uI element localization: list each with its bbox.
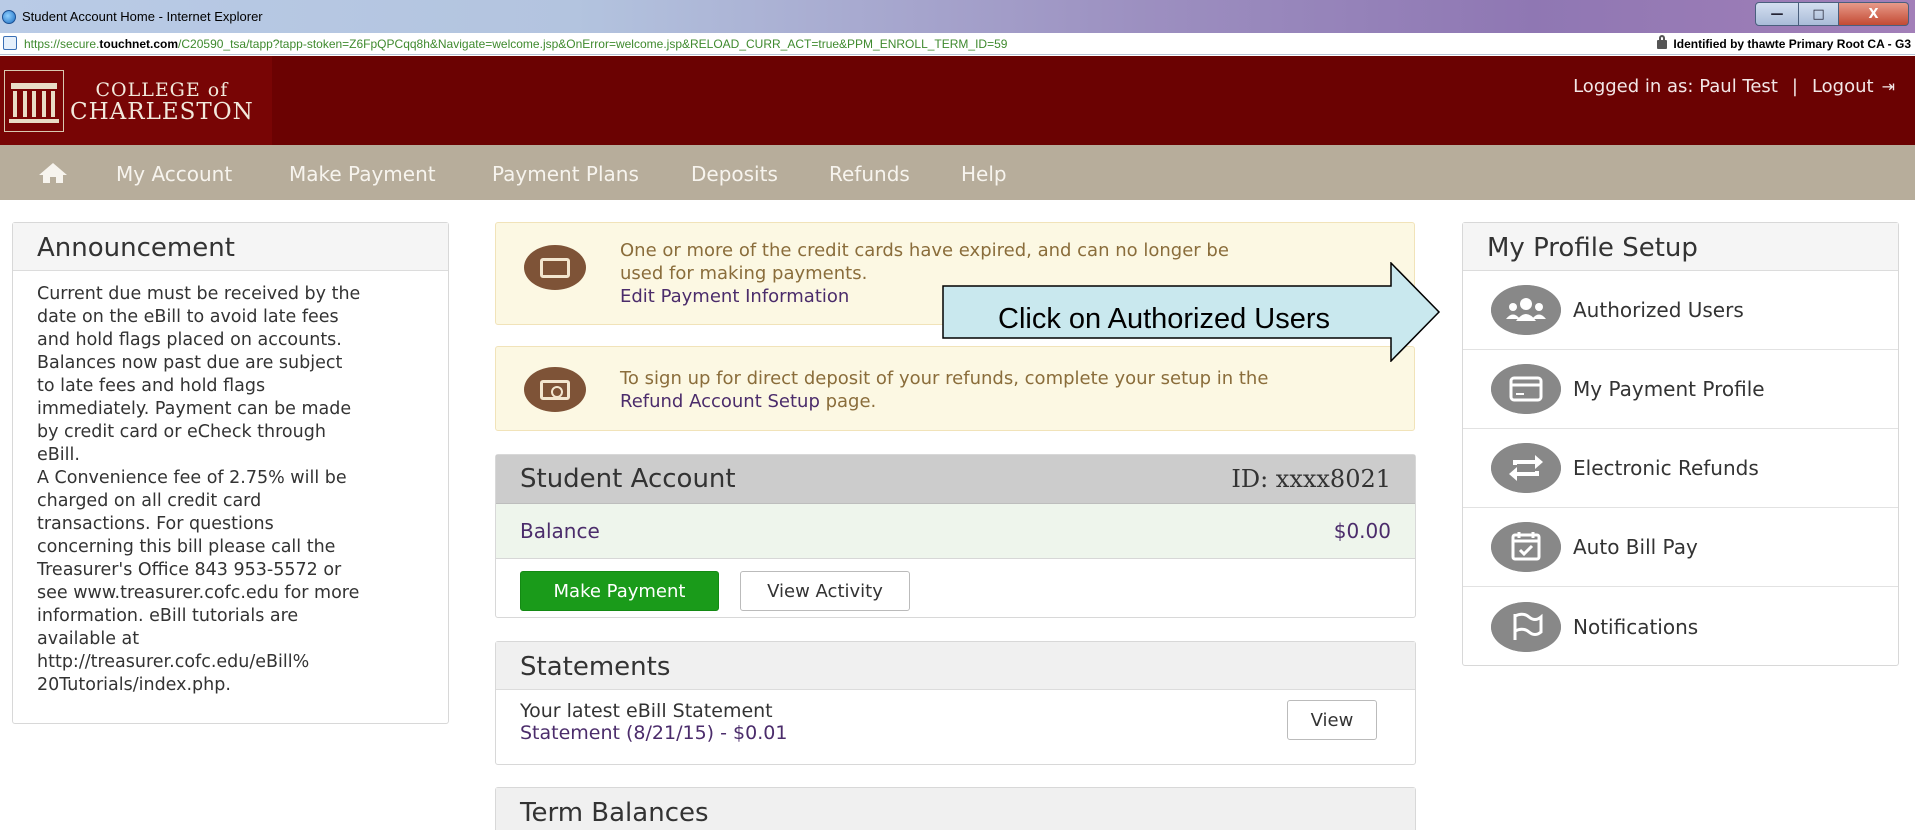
nav-payment-plans[interactable]: Payment Plans: [492, 162, 639, 186]
close-button[interactable]: X: [1839, 2, 1909, 26]
logout-link[interactable]: Logout: [1812, 76, 1874, 97]
refund-account-setup-link[interactable]: Refund Account Setup: [620, 391, 820, 412]
statements-panel: Statements Your latest eBill Statement S…: [495, 641, 1416, 765]
address-url[interactable]: https://secure.touchnet.com/C20590_tsa/t…: [24, 37, 1544, 51]
announcement-title: Announcement: [13, 223, 448, 271]
profile-item-auto-bill-pay[interactable]: Auto Bill Pay: [1463, 508, 1898, 587]
nav-make-payment[interactable]: Make Payment: [289, 162, 436, 186]
announcement-panel: Announcement Current due must be receive…: [12, 222, 449, 724]
make-payment-button[interactable]: Make Payment: [520, 571, 719, 611]
nav-refunds[interactable]: Refunds: [829, 162, 910, 186]
statements-title: Statements: [496, 642, 1415, 690]
address-bar[interactable]: https://secure.touchnet.com/C20590_tsa/t…: [0, 33, 1915, 55]
balance-label: Balance: [520, 519, 600, 543]
nav-deposits[interactable]: Deposits: [691, 162, 778, 186]
window-title: Student Account Home - Internet Explorer: [22, 9, 263, 24]
flag-icon: [1491, 601, 1561, 652]
student-id: ID: xxxx8021: [1231, 465, 1391, 493]
profile-item-authorized-users[interactable]: Authorized Users: [1463, 271, 1898, 350]
header-separator: |: [1791, 76, 1798, 97]
nav-help[interactable]: Help: [961, 162, 1007, 186]
ie-logo-icon: [2, 10, 16, 24]
home-icon[interactable]: [38, 162, 68, 184]
calendar-check-icon: [1491, 522, 1561, 572]
maximize-button[interactable]: □: [1799, 2, 1839, 26]
browser-title-bar: Student Account Home - Internet Explorer…: [0, 0, 1915, 33]
site-header: COLLEGE of CHARLESTON Logged in as: Paul…: [0, 56, 1915, 145]
money-icon: [524, 367, 586, 412]
notifications-label: Notifications: [1573, 614, 1699, 639]
student-account-panel: Student Account ID: xxxx8021 Balance $0.…: [495, 454, 1416, 618]
latest-statement-label: Your latest eBill Statement: [520, 700, 773, 722]
latest-statement-link[interactable]: Statement (8/21/15) - $0.01: [520, 722, 1391, 744]
profile-setup-panel: My Profile Setup Authorized Users My Pay…: [1462, 222, 1899, 666]
auto-bill-pay-label: Auto Bill Pay: [1573, 535, 1698, 559]
page-icon: [3, 36, 17, 50]
logo-wordmark: COLLEGE of CHARLESTON: [70, 78, 254, 125]
credit-card-icon: [1491, 364, 1561, 414]
main-nav: My Account Make Payment Payment Plans De…: [0, 145, 1915, 200]
profile-item-my-payment-profile[interactable]: My Payment Profile: [1463, 350, 1898, 429]
minimize-button[interactable]: —: [1755, 2, 1799, 26]
profile-item-notifications[interactable]: Notifications: [1463, 587, 1898, 666]
profile-item-electronic-refunds[interactable]: Electronic Refunds: [1463, 429, 1898, 508]
view-statement-button[interactable]: View: [1287, 700, 1377, 740]
direct-deposit-message: To sign up for direct deposit of your re…: [620, 368, 1269, 389]
electronic-refunds-label: Electronic Refunds: [1573, 456, 1759, 480]
college-logo[interactable]: COLLEGE of CHARLESTON: [0, 56, 272, 145]
announcement-body: Current due must be received by the date…: [37, 284, 361, 695]
term-balances-title: Term Balances: [496, 788, 1415, 830]
user-status: Logged in as: Paul Test | Logout ⇥: [1573, 76, 1895, 97]
balance-value: $0.00: [1333, 519, 1391, 543]
my-payment-profile-label: My Payment Profile: [1573, 377, 1765, 401]
balance-row: Balance $0.00: [496, 504, 1415, 559]
profile-setup-title: My Profile Setup: [1463, 223, 1898, 271]
view-activity-button[interactable]: View Activity: [740, 571, 910, 611]
authorized-users-label: Authorized Users: [1573, 298, 1744, 322]
college-building-icon: [4, 69, 64, 132]
users-icon: [1491, 285, 1561, 335]
expired-card-message: One or more of the credit cards have exp…: [620, 240, 1229, 261]
security-certificate[interactable]: Identified by thawte Primary Root CA - G…: [1657, 35, 1911, 51]
window-controls: — □ X: [1755, 2, 1909, 26]
lock-icon: [1657, 35, 1668, 49]
term-balances-panel: Term Balances: [495, 787, 1416, 830]
nav-my-account[interactable]: My Account: [116, 162, 232, 186]
student-account-title: Student Account: [520, 464, 736, 494]
logout-icon[interactable]: ⇥: [1882, 77, 1895, 96]
refresh-arrows-icon: [1491, 443, 1561, 493]
credit-card-icon: [524, 245, 586, 290]
logged-in-label: Logged in as: Paul Test: [1573, 76, 1778, 97]
callout-text: Click on Authorized Users: [998, 303, 1331, 335]
